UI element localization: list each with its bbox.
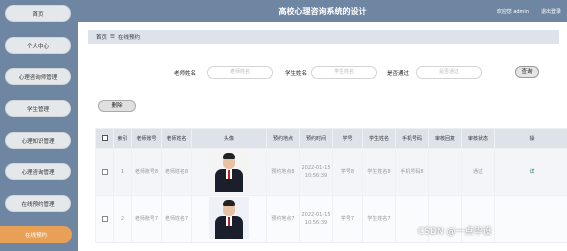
approved-label: 是否通过 bbox=[387, 71, 410, 77]
column-header: 索引 bbox=[113, 128, 132, 149]
cell-index: 1 bbox=[113, 148, 132, 196]
column-header: 头像 bbox=[191, 128, 267, 149]
cell-student-name: 学生姓名7 bbox=[362, 195, 396, 243]
cell-time: 2022-01-15 10:56:39 bbox=[299, 148, 333, 196]
sidebar-item-profile[interactable]: 个人中心 bbox=[5, 37, 71, 54]
breadcrumb-current: 在线预约 bbox=[117, 35, 140, 41]
row-checkbox[interactable] bbox=[101, 215, 108, 222]
cell-index: 2 bbox=[113, 195, 132, 243]
teacher-name-label: 老师姓名 bbox=[174, 71, 197, 77]
query-button[interactable]: 查询 bbox=[515, 66, 539, 78]
student-name-input[interactable]: 学生姓名 bbox=[311, 66, 377, 79]
breadcrumb: 首页 ☰ 在线预约 bbox=[88, 30, 559, 44]
welcome-text: 欢迎您 admin bbox=[496, 9, 529, 15]
cell-location: 预约地点8 bbox=[266, 148, 300, 196]
cell-location: 预约地点7 bbox=[266, 195, 300, 243]
column-header: 学生姓名 bbox=[362, 128, 396, 149]
teacher-name-input[interactable]: 老师姓名 bbox=[207, 66, 273, 79]
cell-operation: 详 bbox=[494, 148, 567, 196]
cell-student-id: 学号8 bbox=[332, 148, 363, 196]
cell-avatar bbox=[191, 195, 267, 243]
sidebar-item-appointment-management[interactable]: 在线预约管理 bbox=[5, 195, 71, 212]
breadcrumb-home[interactable]: 首页 bbox=[96, 33, 107, 41]
column-header: 学号 bbox=[332, 128, 363, 149]
cell-avatar bbox=[191, 148, 267, 196]
app-title: 高校心理咨询系统的设计 bbox=[278, 7, 367, 16]
sidebar-item-student-management[interactable]: 学生管理 bbox=[5, 100, 71, 117]
top-header: 高校心理咨询系统的设计 欢迎您 admin 退出登录 bbox=[78, 0, 567, 22]
watermark-text: CSDN @一点毕设 bbox=[418, 227, 492, 237]
column-header: 审核回复 bbox=[428, 128, 462, 149]
column-header: 预约时间 bbox=[299, 128, 333, 149]
student-name-label: 学生姓名 bbox=[285, 71, 308, 77]
cell-phone: 手机号码8 bbox=[395, 148, 429, 196]
delete-button[interactable]: 删除 bbox=[98, 100, 136, 112]
cell-student-id: 学号7 bbox=[332, 195, 363, 243]
sidebar-item-consultation-management[interactable]: 心理咨询管理 bbox=[5, 163, 71, 180]
row-checkbox[interactable] bbox=[101, 168, 108, 175]
table-header-row: 索引 老师账号 老师姓名 头像 预约地点 预约时间 学号 学生姓名 手机号码 审… bbox=[95, 128, 567, 149]
cell-teacher-name: 老师姓名7 bbox=[161, 195, 192, 243]
row-select-cell[interactable] bbox=[95, 148, 114, 196]
table-row: 2 老师账号7 老师姓名7 预约地点7 2022-01-15 10:56:39 … bbox=[95, 195, 567, 243]
cell-reply bbox=[428, 148, 462, 196]
sidebar-item-online-appointment[interactable]: 在线预约 bbox=[0, 226, 72, 243]
cell-student-name: 学生姓名8 bbox=[362, 148, 396, 196]
cell-teacher-name: 老师姓名8 bbox=[161, 148, 192, 196]
column-header: 审核状态 bbox=[461, 128, 495, 149]
sidebar-item-home[interactable]: 首页 bbox=[5, 5, 71, 22]
cell-teacher-account: 老师账号8 bbox=[131, 148, 162, 196]
detail-link[interactable]: 详 bbox=[529, 169, 534, 175]
sidebar-item-knowledge-management[interactable]: 心理知识管理 bbox=[5, 132, 71, 149]
column-header: 手机号码 bbox=[395, 128, 429, 149]
column-header: 操 bbox=[494, 128, 567, 149]
cell-status: 通过 bbox=[461, 148, 495, 196]
table-row: 1 老师账号8 老师姓名8 预约地点8 2022-01-15 10:56:39 … bbox=[95, 148, 567, 196]
cell-teacher-account: 老师账号7 bbox=[131, 195, 162, 243]
cell-time: 2022-01-15 10:56:39 bbox=[299, 195, 333, 243]
menu-icon: ☰ bbox=[110, 34, 115, 40]
sidebar-item-counselor-management[interactable]: 心理咨询师管理 bbox=[5, 68, 71, 85]
select-all-header[interactable] bbox=[95, 128, 114, 149]
sidebar: 首页 个人中心 心理咨询师管理 学生管理 心理知识管理 心理咨询管理 在线预约管… bbox=[0, 0, 78, 251]
select-all-checkbox[interactable] bbox=[101, 135, 108, 142]
column-header: 预约地点 bbox=[266, 128, 300, 149]
row-select-cell[interactable] bbox=[95, 195, 114, 243]
appointment-table: 索引 老师账号 老师姓名 头像 预约地点 预约时间 学号 学生姓名 手机号码 审… bbox=[95, 128, 567, 251]
search-bar: 老师姓名 老师姓名 学生姓名 学生姓名 是否通过 是否通过 查询 bbox=[78, 66, 567, 80]
main-content: 首页 ☰ 在线预约 老师姓名 老师姓名 学生姓名 学生姓名 是否通过 是否通过 … bbox=[78, 22, 567, 251]
column-header: 老师姓名 bbox=[161, 128, 192, 149]
approved-input[interactable]: 是否通过 bbox=[416, 66, 482, 79]
logout-link[interactable]: 退出登录 bbox=[541, 8, 561, 15]
avatar bbox=[209, 149, 249, 192]
avatar bbox=[209, 196, 249, 239]
column-header: 老师账号 bbox=[131, 128, 162, 149]
cell-operation bbox=[494, 195, 567, 243]
